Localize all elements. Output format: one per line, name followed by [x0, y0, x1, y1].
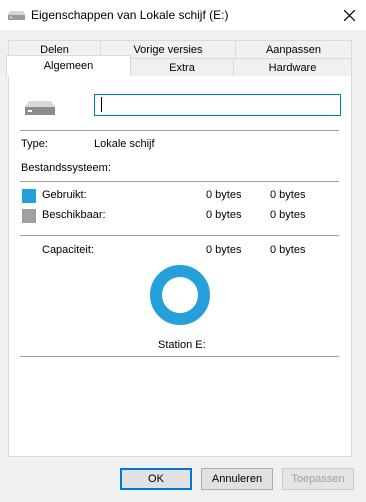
window-title: Eigenschappen van Lokale schijf (E:)	[31, 8, 229, 22]
drive-icon	[8, 11, 25, 20]
cancel-button[interactable]: Annuleren	[201, 468, 273, 490]
close-button[interactable]	[332, 0, 366, 30]
tab-aanpassen[interactable]: Aanpassen	[235, 40, 352, 58]
free-color-swatch	[22, 209, 36, 223]
capacity-label: Capaciteit:	[42, 244, 94, 256]
usage-ring-chart	[150, 265, 210, 325]
separator	[20, 235, 339, 236]
type-value: Lokale schijf	[94, 138, 155, 150]
apply-button[interactable]: Toepassen	[282, 468, 354, 490]
separator	[20, 356, 339, 357]
drive-name-input[interactable]	[94, 94, 341, 116]
drive-icon	[25, 101, 55, 115]
free-label: Beschikbaar:	[42, 209, 106, 221]
usage-ring	[150, 265, 210, 325]
ok-button[interactable]: OK	[120, 468, 192, 490]
capacity-bytes: 0 bytes	[206, 244, 242, 256]
capacity-size: 0 bytes	[270, 244, 306, 256]
tab-hardware[interactable]: Hardware	[233, 58, 352, 76]
used-size: 0 bytes	[270, 189, 306, 201]
used-label: Gebruikt:	[42, 189, 87, 201]
close-icon	[343, 9, 355, 21]
separator	[20, 130, 339, 131]
free-bytes: 0 bytes	[206, 209, 242, 221]
used-color-swatch	[22, 189, 36, 203]
text-cursor	[101, 97, 102, 112]
drive-caption: Station E:	[158, 339, 206, 351]
tab-extra[interactable]: Extra	[130, 58, 234, 76]
used-bytes: 0 bytes	[206, 189, 242, 201]
tab-algemeen[interactable]: Algemeen	[6, 55, 131, 76]
free-size: 0 bytes	[270, 209, 306, 221]
filesystem-label: Bestandssysteem:	[21, 162, 111, 174]
separator	[20, 181, 339, 182]
type-label: Type:	[21, 138, 48, 150]
